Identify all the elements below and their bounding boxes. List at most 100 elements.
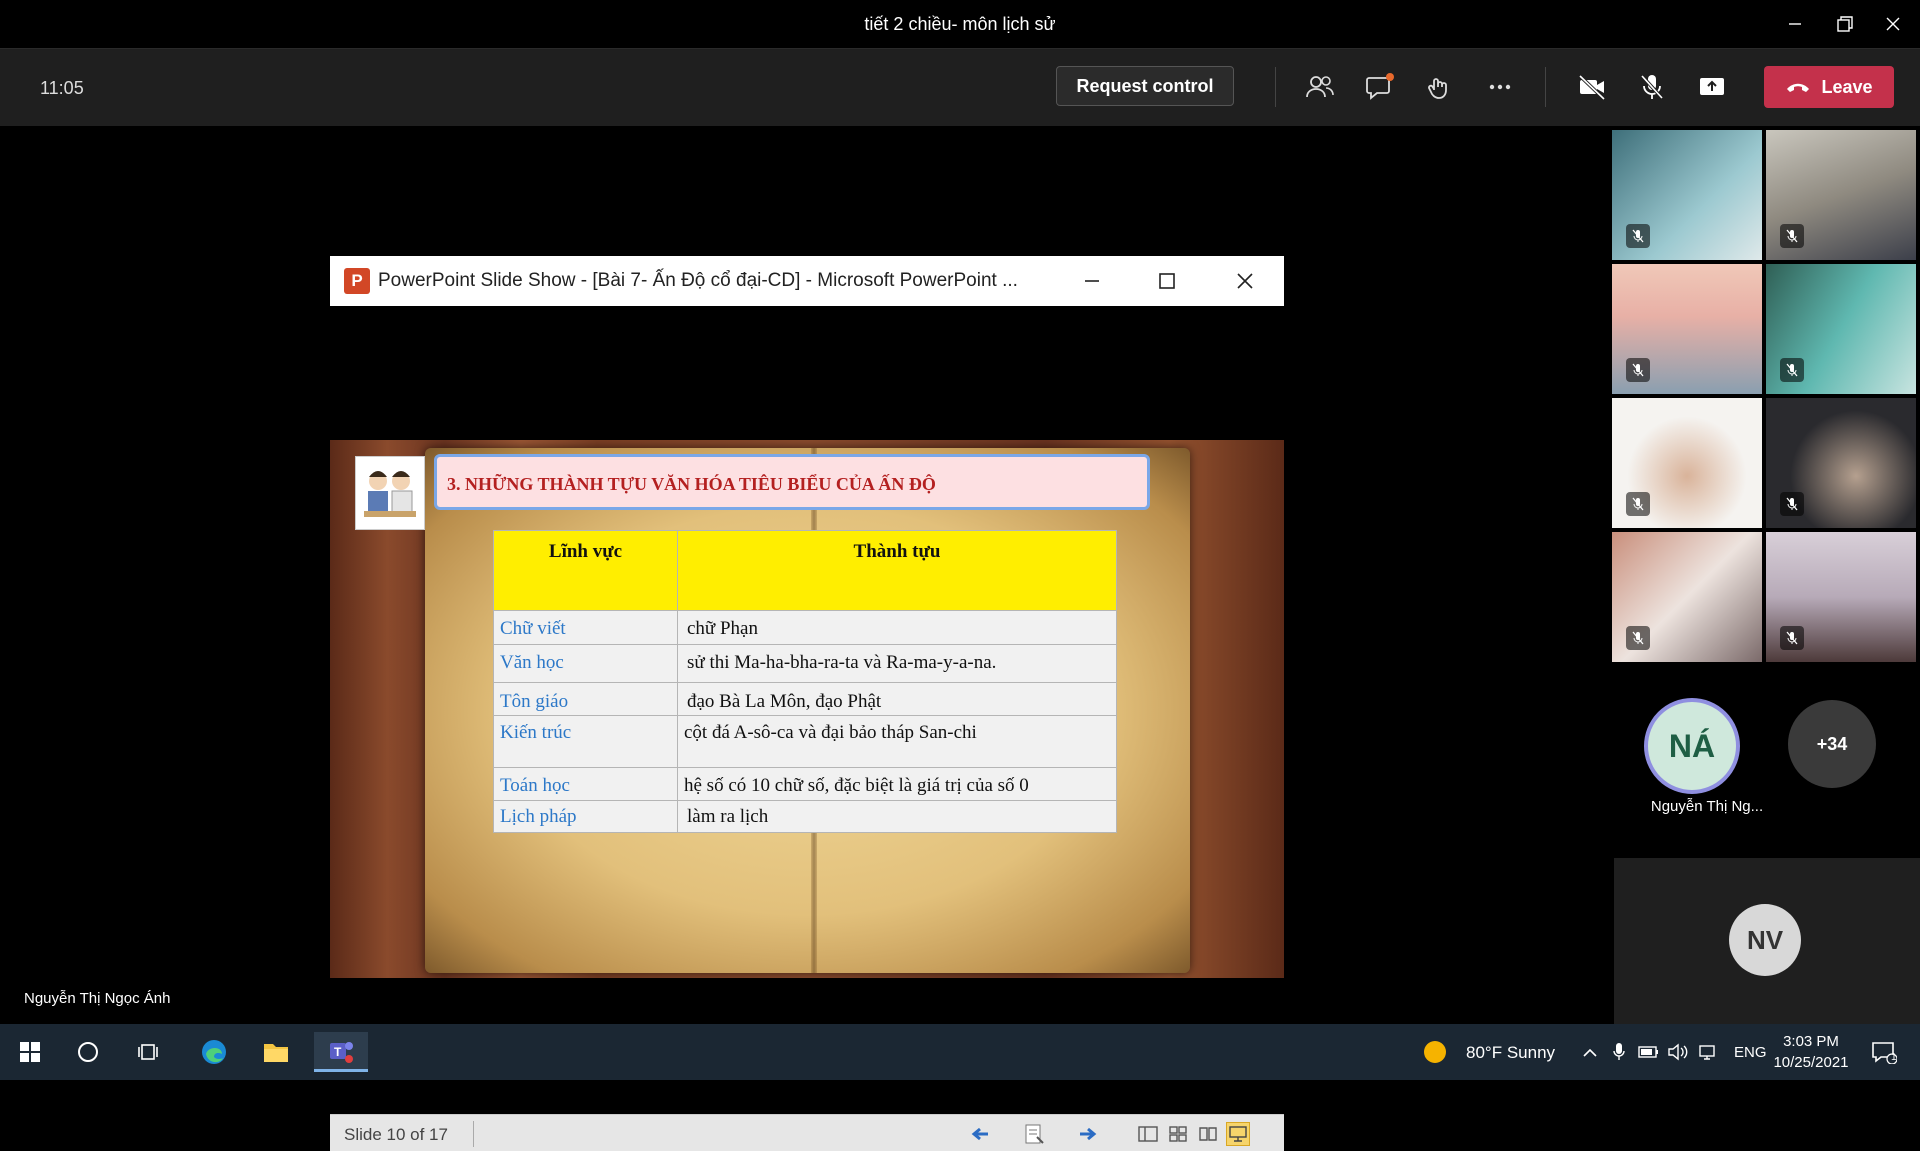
table-row: Lịch pháp làm ra lịch (493, 800, 1117, 833)
minimize-button[interactable] (1780, 10, 1810, 38)
ppt-close-button[interactable] (1230, 266, 1260, 296)
cortana-icon (78, 1042, 98, 1062)
task-view-icon (138, 1044, 158, 1060)
restore-icon (1837, 16, 1853, 32)
normal-view-button[interactable] (1136, 1122, 1160, 1146)
participant-avatar: NV (1729, 904, 1801, 976)
mic-toggle-button[interactable] (1634, 69, 1670, 105)
previous-slide-button[interactable] (968, 1122, 992, 1146)
ppt-maximize-button[interactable] (1152, 266, 1182, 296)
camera-toggle-button[interactable] (1574, 69, 1610, 105)
powerpoint-window: P PowerPoint Slide Show - [Bài 7- Ấn Độ … (330, 256, 1284, 1151)
windows-taskbar: T 80°F Sunny ENG 3:03 PM 10/25/2021 1 (0, 1024, 1920, 1080)
participant-video-tile[interactable] (1612, 130, 1762, 260)
powerpoint-logo-icon: P (344, 268, 370, 294)
slide-heading: 3. NHỮNG THÀNH TỰU VĂN HÓA TIÊU BIỂU CỦA… (447, 474, 936, 494)
participant-video-tile[interactable] (1766, 264, 1916, 394)
participant-video-tile[interactable] (1766, 130, 1916, 260)
row-achievement: sử thi Ma-ha-bha-ra-ta và Ra-ma-y-a-na. (677, 644, 1117, 683)
share-screen-icon (1700, 78, 1724, 95)
toolbar-divider (1545, 67, 1546, 107)
request-control-button[interactable]: Request control (1056, 66, 1234, 106)
reactions-icon (1428, 78, 1447, 99)
students-icon (364, 471, 416, 517)
camera-off-icon (1578, 74, 1606, 101)
row-field: Toán học (493, 767, 678, 801)
achievements-table: Lĩnh vực Thành tựu Chữ viết chữ Phạn Văn… (493, 530, 1117, 833)
folder-icon (264, 1044, 288, 1062)
window-title-bar: tiết 2 chiều- môn lịch sử (0, 0, 1920, 48)
hang-up-icon (1787, 83, 1810, 92)
input-language[interactable]: ENG (1734, 1044, 1767, 1061)
more-options-button[interactable] (1482, 69, 1518, 105)
reading-view-button[interactable] (1196, 1122, 1220, 1146)
teams-app-button[interactable]: T (314, 1032, 368, 1072)
slide-menu-icon (1025, 1124, 1044, 1144)
muted-mic-icon (1780, 626, 1804, 650)
participant-video-tile[interactable] (1612, 398, 1762, 528)
next-slide-button[interactable] (1076, 1122, 1100, 1146)
clock-date[interactable]: 10/25/2021 (1772, 1054, 1850, 1071)
teams-icon: T (330, 1041, 353, 1063)
participant-video-tile[interactable] (1766, 532, 1916, 662)
close-icon (1886, 17, 1900, 31)
presenter-name: Nguyễn Thị Ngọc Ánh (24, 990, 171, 1007)
row-achievement: làm ra lịch (677, 800, 1117, 833)
ppt-minimize-button[interactable] (1077, 266, 1107, 296)
battery-icon[interactable] (1636, 1032, 1662, 1072)
show-hidden-icons-button[interactable] (1578, 1032, 1602, 1072)
network-icon[interactable] (1694, 1032, 1720, 1072)
chat-button[interactable] (1362, 69, 1398, 105)
participant-tile-nv[interactable]: NV (1614, 858, 1920, 1024)
row-achievement: hệ số có 10 chữ số, đặc biệt là giá trị … (677, 767, 1117, 801)
leave-button[interactable]: Leave (1764, 66, 1894, 108)
slide-menu-button[interactable] (1022, 1122, 1046, 1146)
shared-screen-stage: P PowerPoint Slide Show - [Bài 7- Ấn Độ … (0, 126, 1608, 1151)
windows-logo-icon (20, 1042, 40, 1062)
participants-button[interactable] (1302, 69, 1338, 105)
reactions-button[interactable] (1422, 69, 1458, 105)
slide-show-button[interactable] (1226, 1122, 1250, 1146)
slide-sorter-button[interactable] (1166, 1122, 1190, 1146)
edge-icon (202, 1040, 226, 1064)
muted-mic-icon (1780, 358, 1804, 382)
muted-mic-icon (1626, 358, 1650, 382)
participant-avatar[interactable]: NÁ (1644, 698, 1740, 794)
close-icon (1237, 273, 1253, 289)
chat-icon (1366, 73, 1394, 100)
row-field: Chữ viết (493, 610, 678, 645)
microphone-tray-icon[interactable] (1607, 1032, 1631, 1072)
slide-heading-box: 3. NHỮNG THÀNH TỰU VĂN HÓA TIÊU BIỂU CỦA… (434, 454, 1150, 510)
share-screen-button[interactable] (1694, 69, 1730, 105)
row-field: Kiến trúc (493, 715, 678, 768)
notifications-button[interactable]: 1 (1866, 1032, 1902, 1072)
muted-mic-icon (1626, 224, 1650, 248)
row-field: Lịch pháp (493, 800, 678, 833)
svg-text:T: T (334, 1045, 342, 1059)
arrow-right-icon (1080, 1127, 1097, 1141)
muted-mic-icon (1780, 224, 1804, 248)
participant-video-tile[interactable] (1612, 264, 1762, 394)
clock-time[interactable]: 3:03 PM (1774, 1033, 1848, 1050)
edge-app-button[interactable] (190, 1032, 238, 1072)
powerpoint-window-title: PowerPoint Slide Show - [Bài 7- Ấn Độ cổ… (378, 270, 1018, 291)
more-participants-button[interactable]: +34 (1788, 700, 1876, 788)
file-explorer-button[interactable] (252, 1032, 300, 1072)
slideshow-status-bar: Slide 10 of 17 (330, 1114, 1284, 1151)
start-button[interactable] (6, 1032, 54, 1072)
slide-show-icon (1229, 1126, 1247, 1142)
row-achievement: cột đá A-sô-ca và đại bảo tháp San-chi (677, 715, 1117, 768)
task-view-button[interactable] (124, 1032, 172, 1072)
volume-icon[interactable] (1665, 1032, 1691, 1072)
search-button[interactable] (64, 1032, 112, 1072)
more-options-icon (1489, 84, 1511, 90)
restore-button[interactable] (1830, 10, 1860, 38)
table-header-field: Lĩnh vực (493, 530, 678, 611)
participant-video-tile[interactable] (1612, 532, 1762, 662)
close-window-button[interactable] (1878, 10, 1908, 38)
minimize-icon (1789, 23, 1801, 25)
participant-video-tile[interactable] (1766, 398, 1916, 528)
weather-text[interactable]: 80°F Sunny (1466, 1043, 1555, 1063)
slide-sorter-icon (1169, 1126, 1187, 1142)
weather-icon[interactable] (1420, 1032, 1450, 1072)
